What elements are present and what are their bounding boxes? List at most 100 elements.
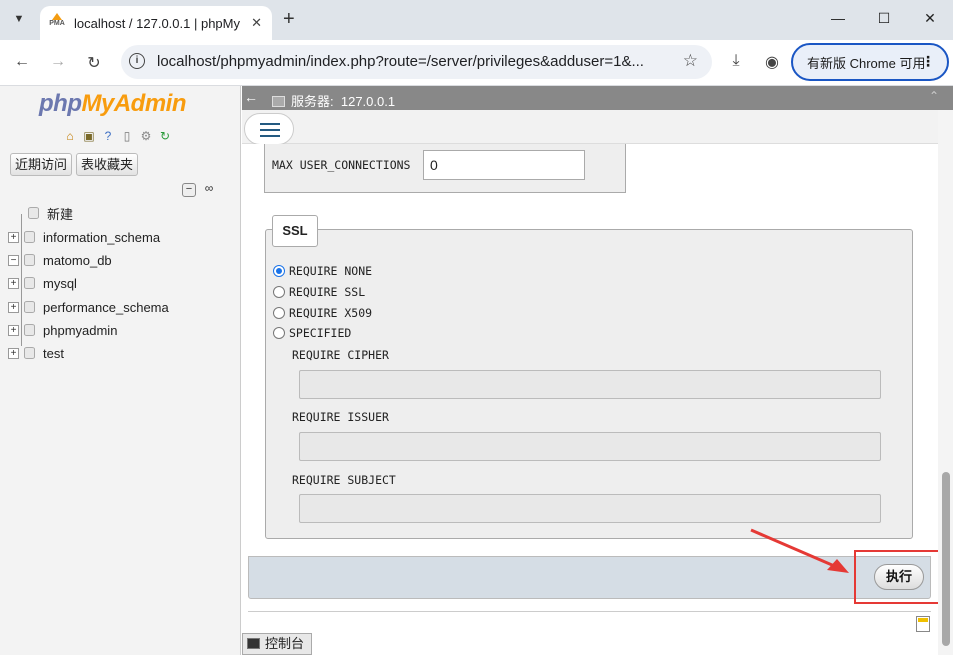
address-bar[interactable]: i localhost/phpmyadmin/index.php?route=/… xyxy=(121,45,712,79)
phpmyadmin-logo[interactable]: phpMyAdmin xyxy=(39,90,186,118)
tab-title: localhost / 127.0.0.1 | phpMy xyxy=(74,15,240,31)
radio-button[interactable] xyxy=(273,327,285,339)
expand-icon[interactable]: + xyxy=(8,231,19,243)
refresh-icon[interactable]: ↻ xyxy=(157,128,173,144)
tree-item-phpmyadmin[interactable]: + phpmyadmin xyxy=(8,319,117,341)
favorites-button[interactable]: 表收藏夹 xyxy=(76,153,139,176)
nav-icon-row: ⌂ ▣ ? ▯ ⚙ ↻ xyxy=(62,128,173,144)
radio-label: REQUIRE NONE xyxy=(289,264,373,278)
radio-button[interactable] xyxy=(273,307,285,319)
site-info-icon[interactable]: i xyxy=(129,53,145,69)
tree-item-test[interactable]: + test xyxy=(8,342,64,364)
tree-item-information-schema[interactable]: + information_schema xyxy=(8,226,160,248)
logo-php: php xyxy=(39,90,82,117)
database-icon xyxy=(24,231,35,243)
forward-icon[interactable]: → xyxy=(48,53,68,71)
menu-hamburger-button[interactable] xyxy=(244,113,294,145)
resource-limits-fieldset: MAX USER_CONNECTIONS 0 xyxy=(264,144,626,193)
radio-require-ssl[interactable]: REQUIRE SSL xyxy=(273,285,365,299)
minimize-icon[interactable]: — xyxy=(828,10,848,26)
require-issuer-input[interactable] xyxy=(299,432,881,461)
console-toggle[interactable]: 控制台 xyxy=(242,633,312,655)
radio-label: SPECIFIED xyxy=(289,326,352,340)
ssl-legend: SSL xyxy=(272,215,318,247)
database-icon xyxy=(24,324,35,336)
maximize-icon[interactable]: ☐ xyxy=(874,10,894,27)
radio-require-x509[interactable]: REQUIRE X509 xyxy=(273,306,372,320)
radio-button-selected[interactable] xyxy=(273,265,285,277)
window-close-icon[interactable]: ✕ xyxy=(920,10,940,27)
database-icon xyxy=(24,301,35,313)
expand-icon[interactable]: + xyxy=(8,347,19,359)
home-icon[interactable]: ⌂ xyxy=(62,128,78,144)
tree-item-matomo-db[interactable]: − matomo_db xyxy=(8,249,112,271)
tree-item-performance-schema[interactable]: + performance_schema xyxy=(8,296,169,318)
collapse-panel-icon[interactable]: ← xyxy=(244,89,258,105)
radio-label: REQUIRE SSL xyxy=(289,285,366,299)
ssl-fieldset: SSL REQUIRE NONE REQUIRE SSL REQUIRE X50… xyxy=(265,215,913,539)
help-icon[interactable]: ? xyxy=(100,128,116,144)
scroll-top-icon[interactable]: ⌃ xyxy=(929,89,939,103)
collapse-all-icon[interactable]: − xyxy=(182,183,196,197)
tree-item-mysql[interactable]: + mysql xyxy=(8,272,77,294)
console-icon xyxy=(247,638,260,649)
screen: ▼ PMA localhost / 127.0.0.1 | phpMy ✕ + … xyxy=(0,0,953,655)
top-menu-bar xyxy=(242,110,938,145)
new-database-icon xyxy=(28,207,39,219)
more-menu-icon[interactable]: ⋮ xyxy=(921,53,935,70)
back-icon[interactable]: ← xyxy=(12,53,32,71)
tree-item-label: performance_schema xyxy=(43,299,169,315)
max-user-connections-input[interactable]: 0 xyxy=(423,150,585,180)
require-subject-label: REQUIRE SUBJECT xyxy=(292,473,396,487)
database-icon xyxy=(24,347,35,359)
profile-icon[interactable]: ◉ xyxy=(761,52,783,72)
phpmyadmin-favicon-icon: PMA xyxy=(48,13,66,30)
settings-gear-icon[interactable]: ⚙ xyxy=(138,128,154,144)
radio-button[interactable] xyxy=(273,286,285,298)
address-url[interactable]: localhost/phpmyadmin/index.php?route=/se… xyxy=(157,53,667,70)
radio-specified[interactable]: SPECIFIED xyxy=(273,326,351,340)
bookmark-star-icon[interactable]: ☆ xyxy=(683,51,698,71)
expand-icon[interactable]: + xyxy=(8,324,19,336)
tree-item-label: information_schema xyxy=(43,229,161,245)
update-button-label: 有新版 Chrome 可用 xyxy=(807,55,926,71)
max-user-connections-label: MAX USER_CONNECTIONS xyxy=(272,158,411,172)
browser-tab-strip: ▼ PMA localhost / 127.0.0.1 | phpMy ✕ + … xyxy=(0,0,953,40)
docs-icon[interactable]: ▯ xyxy=(119,128,135,144)
tree-item-new[interactable]: 新建 xyxy=(28,202,73,224)
expand-icon[interactable]: + xyxy=(8,301,19,313)
expand-icon[interactable]: + xyxy=(8,277,19,289)
tab-search-icon[interactable]: ▼ xyxy=(8,8,30,30)
server-breadcrumb[interactable]: 服务器: 127.0.0.1 xyxy=(272,91,395,110)
main-scrollbar[interactable] xyxy=(938,110,953,655)
new-tab-icon[interactable]: + xyxy=(283,9,295,29)
server-breadcrumb-bar: ← 服务器: 127.0.0.1 ⌃ xyxy=(242,86,953,110)
download-icon[interactable]: ⤓ xyxy=(725,52,747,70)
database-icon xyxy=(24,254,35,266)
server-name: 127.0.0.1 xyxy=(340,94,396,109)
execute-button[interactable]: 执行 xyxy=(874,564,924,590)
collapse-icon[interactable]: − xyxy=(8,254,19,266)
scrollbar-thumb[interactable] xyxy=(942,472,950,646)
reload-icon[interactable]: ↻ xyxy=(84,53,104,73)
tree-item-label: 新建 xyxy=(47,206,74,222)
radio-require-none[interactable]: REQUIRE NONE xyxy=(273,264,372,278)
page-settings-icon[interactable] xyxy=(916,616,930,632)
browser-tab[interactable]: PMA localhost / 127.0.0.1 | phpMy ✕ xyxy=(40,6,272,40)
tab-close-icon[interactable]: ✕ xyxy=(251,15,262,31)
require-cipher-label: REQUIRE CIPHER xyxy=(292,348,389,362)
tree-item-label: mysql xyxy=(43,275,77,291)
browser-toolbar: ← → ↻ i localhost/phpmyadmin/index.php?r… xyxy=(0,40,953,86)
navigation-panel: phpMyAdmin ⌂ ▣ ? ▯ ⚙ ↻ 近期访问 表收藏夹 − ∞ 新建 … xyxy=(0,86,241,655)
tree-item-label: matomo_db xyxy=(43,252,112,268)
require-issuer-label: REQUIRE ISSUER xyxy=(292,410,389,424)
console-label: 控制台 xyxy=(265,636,305,651)
logout-icon[interactable]: ▣ xyxy=(81,128,97,144)
recent-button[interactable]: 近期访问 xyxy=(10,153,73,176)
require-cipher-input[interactable] xyxy=(299,370,881,399)
chrome-update-button[interactable]: 有新版 Chrome 可用 ⋮ xyxy=(791,43,949,81)
server-icon xyxy=(272,96,285,107)
tree-item-label: phpmyadmin xyxy=(43,322,118,338)
require-subject-input[interactable] xyxy=(299,494,881,523)
link-icon[interactable]: ∞ xyxy=(202,182,216,197)
